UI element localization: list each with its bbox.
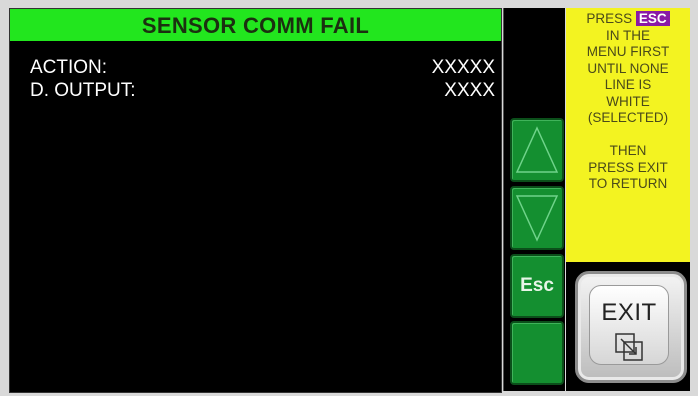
notice-line: TO RETURN <box>588 176 668 191</box>
notice-line: PRESS EXIT <box>588 159 668 175</box>
notice-line <box>566 127 690 144</box>
blank-button[interactable] <box>510 321 564 385</box>
action-value: XXXXX <box>431 57 495 78</box>
notice-line: LINE IS <box>604 77 652 92</box>
exit-squares-icon <box>615 333 643 361</box>
notice-line: WHITE <box>606 93 650 109</box>
digital-output-row: D. OUTPUT: XXXX <box>30 80 495 102</box>
notice-line: THEN <box>609 143 647 158</box>
exit-button[interactable]: EXIT <box>575 271 687 383</box>
page-title: SENSOR COMM FAIL <box>10 9 501 41</box>
down-triangle-icon <box>515 195 559 242</box>
notice-press-text: PRESS <box>586 11 633 26</box>
exit-label: EXIT <box>601 299 657 326</box>
notice-line: MENU FIRST <box>586 44 670 59</box>
side-panel: PRESS ESC IN THE MENU FIRST UNTIL NONE L… <box>566 8 690 391</box>
notice-first-line: PRESS ESC <box>566 8 690 28</box>
digital-output-label: D. OUTPUT: <box>30 80 136 101</box>
esc-button[interactable]: Esc <box>510 254 564 318</box>
up-triangle-icon <box>515 126 559 173</box>
instruction-notice: PRESS ESC IN THE MENU FIRST UNTIL NONE L… <box>566 8 690 262</box>
notice-line: (SELECTED) <box>587 110 669 125</box>
action-label: ACTION: <box>30 57 108 78</box>
notice-line: IN THE <box>605 27 650 43</box>
display-screen: SENSOR COMM FAIL ACTION: XXXXX D. OUTPUT… <box>9 8 502 393</box>
scroll-down-button[interactable] <box>510 186 564 250</box>
digital-output-value: XXXX <box>444 80 495 101</box>
esc-tag: ESC <box>635 11 670 26</box>
scroll-up-button[interactable] <box>510 118 564 182</box>
notice-line: UNTIL NONE <box>587 60 669 76</box>
action-row: ACTION: XXXXX <box>30 57 495 79</box>
exit-button-face: EXIT <box>589 285 669 365</box>
button-column: Esc <box>503 8 565 391</box>
